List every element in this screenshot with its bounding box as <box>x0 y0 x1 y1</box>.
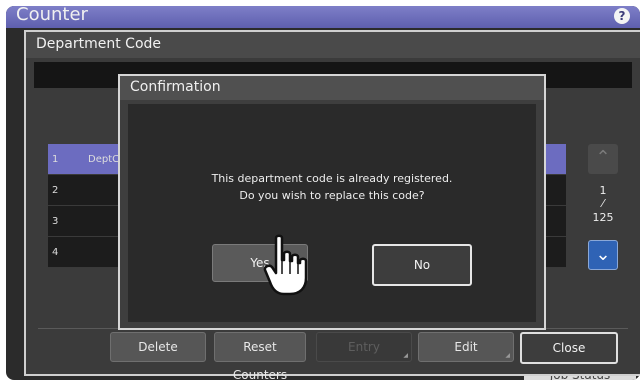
entry-button[interactable]: Entry ◢ <box>316 332 412 362</box>
row-number: 4 <box>52 247 59 258</box>
pointing-hand-icon <box>263 234 308 296</box>
row-number: 1 <box>52 154 59 165</box>
confirmation-dialog: Confirmation This department code is alr… <box>118 74 546 330</box>
question-icon[interactable]: ? <box>614 8 630 24</box>
edit-label: Edit <box>454 340 478 354</box>
message-line-2: Do you wish to replace this code? <box>239 189 425 202</box>
screen: Counter ? Job Status Department Code 1 D… <box>6 6 640 380</box>
department-code-title: Department Code <box>26 32 640 58</box>
row-number: 3 <box>52 216 59 227</box>
scroll-up-button[interactable]: ⌃ <box>588 144 618 174</box>
chevron-down-icon: ⌄ <box>595 244 611 265</box>
page-current: 1 <box>599 184 607 197</box>
chevron-up-icon: ⌃ <box>595 147 611 168</box>
confirmation-message: This department code is already register… <box>128 170 536 204</box>
corner-arrow-icon: ◢ <box>403 352 408 359</box>
no-button[interactable]: No <box>372 244 472 286</box>
counter-title-bar: Counter ? <box>6 6 640 28</box>
button-bar: Delete Reset Counters Entry ◢ Edit ◢ Clo… <box>26 332 640 380</box>
delete-button[interactable]: Delete <box>110 332 206 362</box>
edit-button[interactable]: Edit ◢ <box>418 332 514 362</box>
close-button[interactable]: Close <box>520 332 618 364</box>
pager: ⌃ 1 ⁄ 125 ⌄ <box>588 144 618 272</box>
row-number: 2 <box>52 185 59 196</box>
counter-title: Counter <box>16 6 88 25</box>
page-indicator: 1 ⁄ 125 <box>588 184 618 224</box>
reset-counters-button[interactable]: Reset Counters <box>214 332 306 380</box>
message-line-1: This department code is already register… <box>211 172 453 185</box>
page-divider: ⁄ <box>602 197 604 210</box>
page-total: 125 <box>592 211 614 224</box>
confirmation-body: This department code is already register… <box>128 104 536 322</box>
confirmation-title: Confirmation <box>120 76 544 100</box>
scroll-down-button[interactable]: ⌄ <box>588 240 618 270</box>
corner-arrow-icon: ◢ <box>505 352 510 359</box>
row-name: DeptC <box>88 154 120 165</box>
entry-label: Entry <box>348 340 380 354</box>
